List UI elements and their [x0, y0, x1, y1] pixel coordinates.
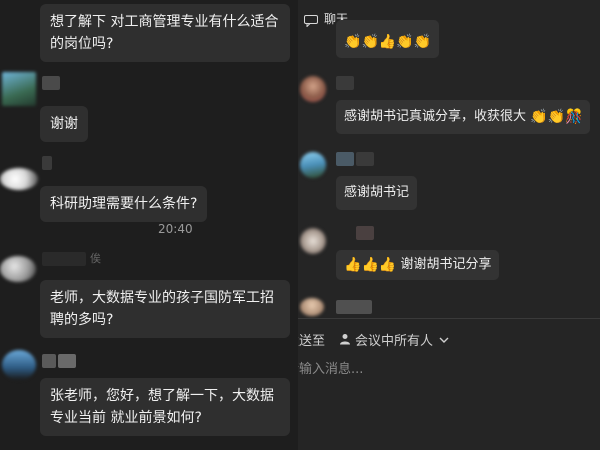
thumbs-up-emoji: 👍 — [378, 33, 397, 50]
thumbs-up-emoji: 👍 — [378, 256, 397, 273]
sender-name-blurred — [336, 76, 354, 90]
message-text: 谢谢胡书记分享 — [400, 257, 492, 272]
clap-emoji: 👏 — [530, 108, 548, 125]
message-text-line: 谢谢 — [50, 116, 78, 132]
clap-emoji: 👏 — [547, 108, 566, 125]
chevron-down-icon[interactable] — [439, 333, 449, 346]
message-timestamp: 20:40 — [158, 222, 193, 236]
sender-name-blurred — [336, 152, 354, 166]
message-text-line: 的岗位吗? — [50, 36, 114, 52]
chat-icon — [304, 12, 318, 28]
send-to-selector[interactable]: 发送至 会议中所有人 — [298, 328, 449, 350]
avatar — [2, 72, 36, 106]
sender-name-blurred — [336, 300, 372, 314]
person-icon — [339, 333, 351, 345]
chat-message: 感谢胡书记 — [336, 176, 418, 210]
sender-name-blurred — [42, 252, 86, 266]
avatar — [300, 152, 326, 178]
chat-message: 👏👏👍👏👏 — [336, 20, 440, 58]
chat-message: 想了解下 对工商管理专业有什么适合 的岗位吗? — [40, 4, 290, 62]
clap-emoji: 👏 — [361, 33, 379, 50]
sender-name-blurred — [42, 354, 56, 368]
clap-emoji: 👏 — [413, 33, 432, 50]
message-text-line: 科研助理需要什么条件? — [50, 196, 198, 212]
sender-name-blurred — [356, 226, 374, 240]
avatar — [300, 228, 326, 254]
sender-name-blurred — [356, 152, 374, 166]
sender-name-blurred — [42, 76, 60, 90]
panel-divider — [298, 318, 600, 319]
message-input[interactable] — [298, 358, 588, 380]
clap-emoji: 👏 — [396, 33, 414, 50]
chat-message: 谢谢 — [40, 106, 88, 142]
main-chat-pane: 想了解下 对工商管理专业有什么适合 的岗位吗? 谢谢 科研助理需要什么条件? 2… — [0, 0, 298, 450]
message-text: 感谢胡书记真诚分享，收获很大 — [344, 109, 527, 124]
avatar — [300, 298, 324, 316]
message-text-line: 想了解下 对工商管理专业有什么适合 — [50, 14, 279, 30]
avatar — [2, 350, 36, 380]
message-text-line: 聘的多吗? — [50, 312, 114, 328]
thumbs-up-emoji: 👍 — [344, 256, 362, 273]
avatar — [0, 168, 38, 190]
thumbs-up-emoji: 👍 — [361, 256, 379, 273]
chat-message: 老师，大数据专业的孩子国防军工招 聘的多吗? — [40, 280, 290, 338]
meeting-chat-panel: 聊天 👏👏👍👏👏 感谢胡书记真诚分享，收获很大 👏👏🎊 感谢胡书记 👍👍👍 谢谢… — [298, 0, 600, 450]
message-text-line: 老师，大数据专业的孩子国防军工招 — [50, 290, 274, 306]
chat-message: 科研助理需要什么条件? — [40, 186, 208, 222]
sender-name-glyph: 俟 — [90, 252, 101, 265]
send-to-label: 发送至 — [298, 333, 326, 349]
message-text: 感谢胡书记 — [344, 185, 410, 200]
avatar — [300, 76, 326, 102]
send-to-target: 会议中所有人 — [355, 333, 434, 349]
message-text-line: 专业当前 就业前景如何? — [50, 410, 202, 426]
chat-message: 👍👍👍 谢谢胡书记分享 — [336, 250, 500, 280]
firecracker-emoji: 🎊 — [565, 108, 583, 125]
clap-emoji: 👏 — [344, 33, 362, 50]
chat-message: 感谢胡书记真诚分享，收获很大 👏👏🎊 — [336, 100, 591, 134]
avatar — [0, 256, 36, 282]
message-text-line: 张老师，您好，想了解一下，大数据 — [50, 388, 274, 404]
chat-message: 张老师，您好，想了解一下，大数据 专业当前 就业前景如何? — [40, 378, 290, 436]
sender-name-blurred — [42, 156, 52, 170]
sender-name-blurred — [58, 354, 76, 368]
